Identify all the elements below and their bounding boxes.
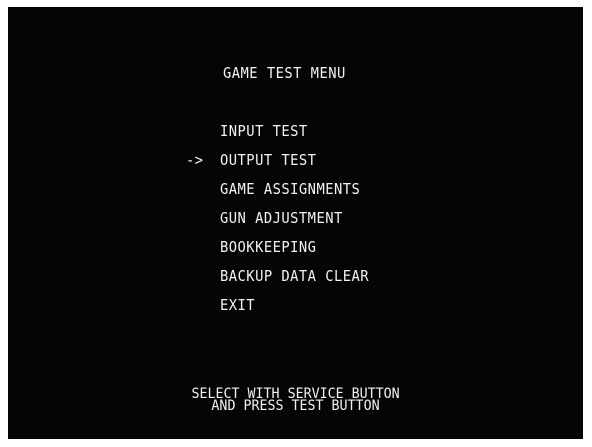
menu-title: GAME TEST MENU [223,64,346,82]
footer-instruction-line-2: AND PRESS TEST BUTTON [8,398,583,414]
menu-item-gun-adjustment[interactable]: GUN ADJUSTMENT [220,209,343,227]
menu-item-backup-data-clear[interactable]: BACKUP DATA CLEAR [220,267,369,285]
menu-item-bookkeeping[interactable]: BOOKKEEPING [220,238,316,256]
selection-cursor: -> [186,151,204,169]
menu-item-exit[interactable]: EXIT [220,296,255,314]
menu-item-game-assignments[interactable]: GAME ASSIGNMENTS [220,180,360,198]
footer-line-2-text: AND PRESS TEST BUTTON [211,398,380,414]
menu-item-input-test[interactable]: INPUT TEST [220,122,308,140]
menu-item-output-test[interactable]: OUTPUT TEST [220,151,316,169]
game-screen: GAME TEST MENU -> INPUT TEST OUTPUT TEST… [8,7,583,439]
